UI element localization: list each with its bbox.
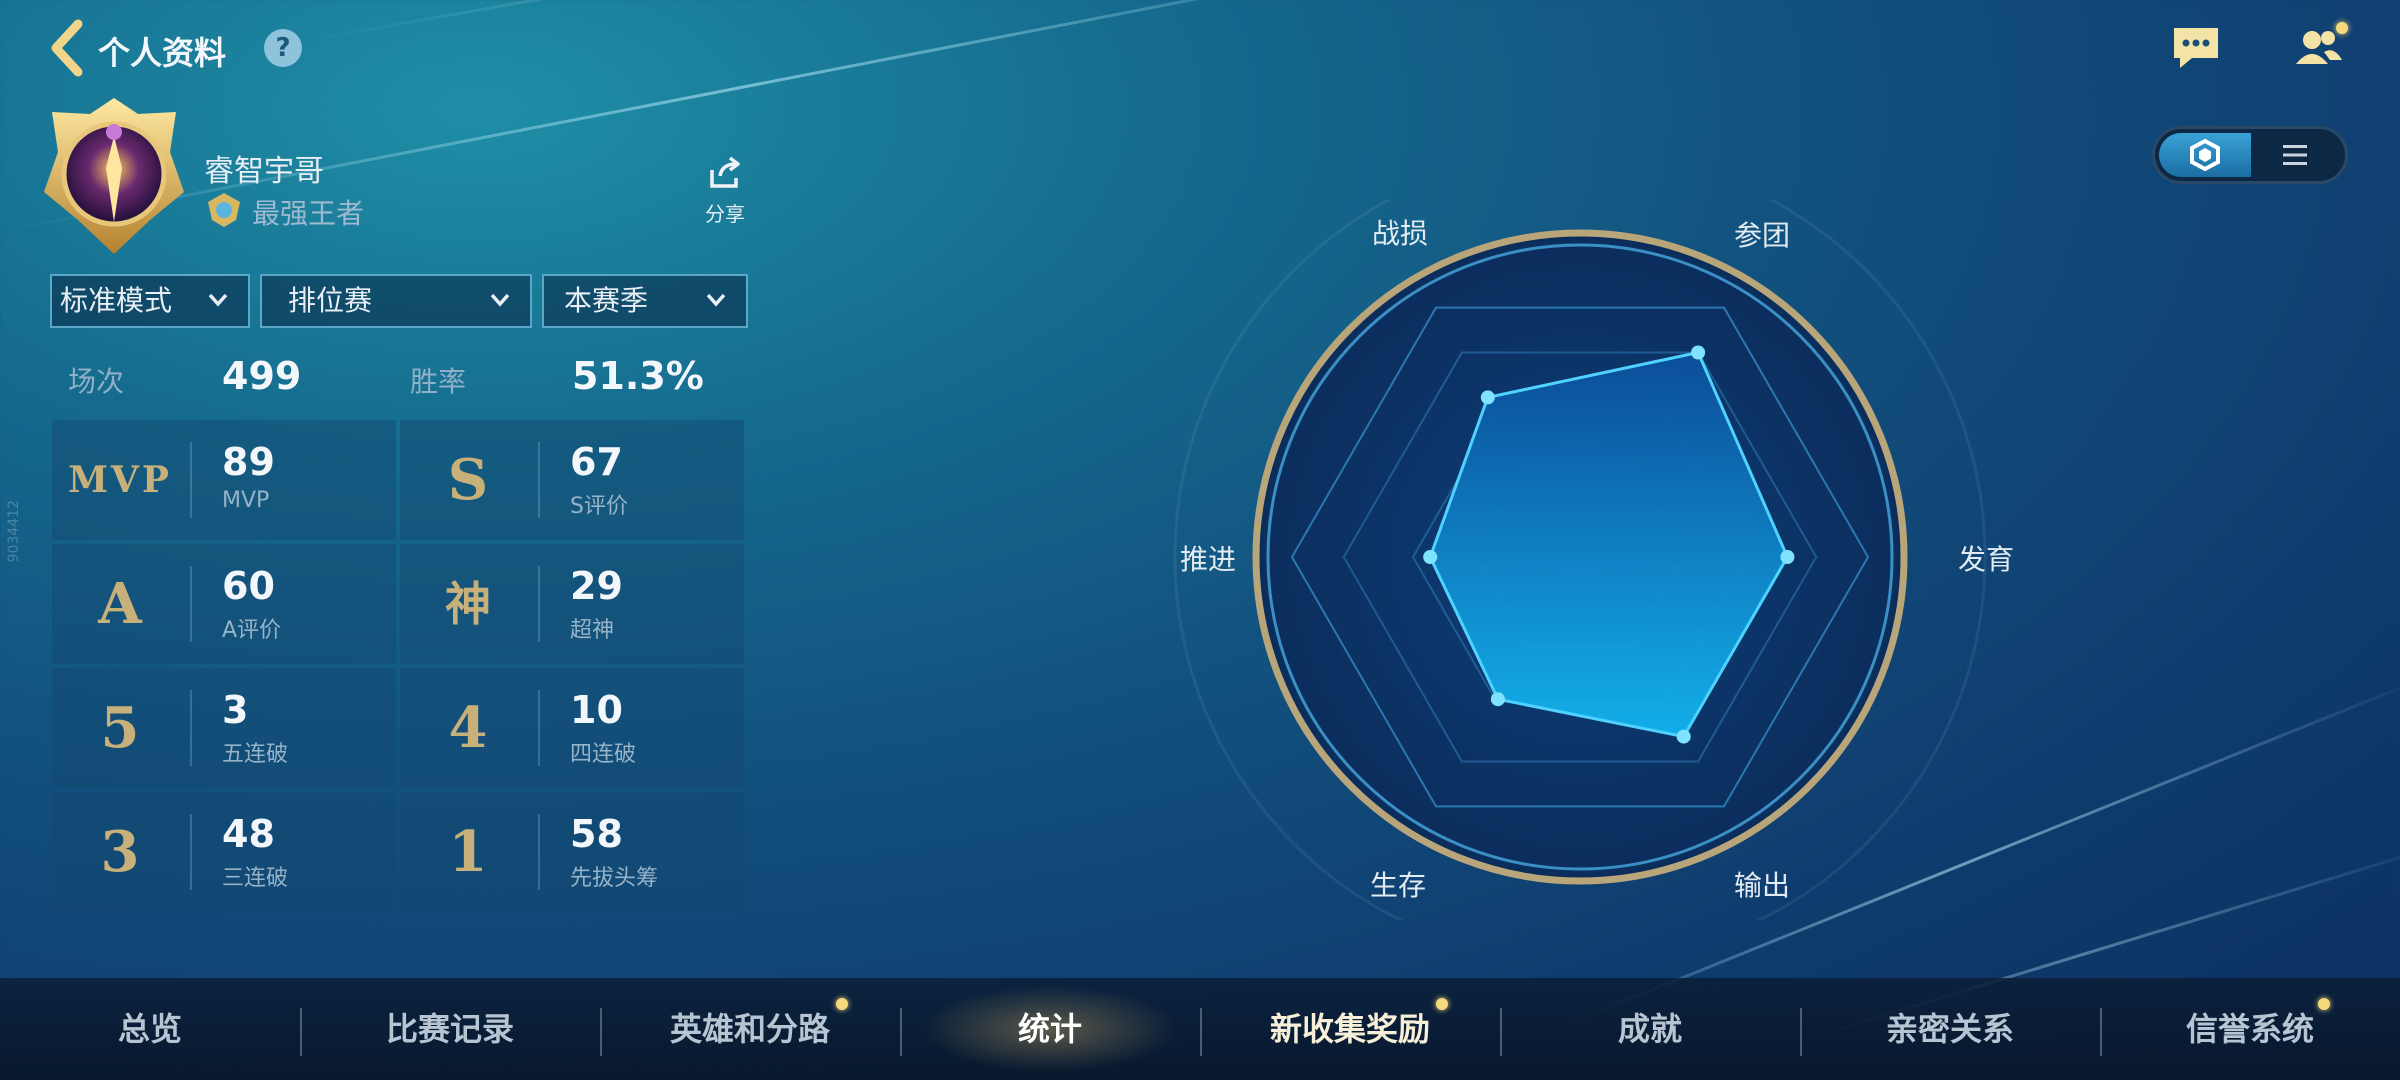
mode-filter-dropdown[interactable]: 标准模式 <box>50 274 250 328</box>
matches-label: 场次 <box>68 365 125 398</box>
stat-label: 先拔头筹 <box>570 866 659 891</box>
stat-cell-quadra: 4 10 四连破 <box>400 668 744 788</box>
nav-new-rewards[interactable]: 新收集奖励 <box>1200 978 1500 1080</box>
share-label: 分享 <box>705 202 745 226</box>
chevron-down-icon <box>490 293 510 307</box>
match-type-filter-label: 排位赛 <box>288 284 373 317</box>
stat-cell-triple: 3 48 三连破 <box>52 792 396 912</box>
mvp-badge: MVP <box>68 459 172 501</box>
chat-icon <box>2174 28 2218 68</box>
stat-label: 三连破 <box>222 866 289 891</box>
bottom-nav: 总览 比赛记录 英雄和分路 统计 新收集奖励 成就 亲密关系 信誉系统 <box>0 978 2400 1080</box>
stat-value: 3 <box>222 688 249 732</box>
match-type-filter-dropdown[interactable]: 排位赛 <box>260 274 532 328</box>
view-toggle[interactable] <box>2152 126 2348 184</box>
nav-relationships[interactable]: 亲密关系 <box>1800 978 2100 1080</box>
avatar[interactable] <box>38 92 190 260</box>
share-icon <box>710 156 740 188</box>
stat-label: 五连破 <box>222 742 289 767</box>
stat-value: 60 <box>222 564 275 608</box>
player-name: 睿智宇哥 <box>204 154 324 189</box>
rank-emblem-icon <box>44 98 184 254</box>
radar-chart: 参团 发育 输出 生存 推进 战损 <box>1140 150 2020 964</box>
quadra-badge: 4 <box>448 695 488 761</box>
stat-value: 67 <box>570 440 623 484</box>
stat-label: 超神 <box>570 618 615 643</box>
stat-label: A评价 <box>222 618 282 643</box>
nav-notify-dot <box>1436 998 1448 1010</box>
winrate-label: 胜率 <box>410 365 467 398</box>
nav-notify-dot <box>836 998 848 1010</box>
stat-cell-godlike: 神 29 超神 <box>400 544 744 664</box>
radar-point-2 <box>1676 729 1691 744</box>
stat-cell-penta: 5 3 五连破 <box>52 668 396 788</box>
stat-value: 29 <box>570 564 623 608</box>
triple-badge: 3 <box>100 819 140 885</box>
a-badge: A <box>98 571 142 637</box>
chevron-left-icon <box>51 19 83 77</box>
first-blood-badge: 1 <box>448 819 488 885</box>
axis-label-push: 推进 <box>1180 543 1237 576</box>
radar-svg <box>1173 150 1987 964</box>
nav-achievements[interactable]: 成就 <box>1500 978 1800 1080</box>
radar-point-5 <box>1480 390 1495 405</box>
radar-point-1 <box>1780 550 1795 564</box>
chevron-down-icon <box>706 293 726 307</box>
radar-point-0 <box>1691 345 1706 360</box>
winrate-value: 51.3% <box>572 354 704 398</box>
nav-notify-dot <box>2318 998 2330 1010</box>
stat-value: 10 <box>570 688 623 732</box>
stat-cell-s: S 67 S评价 <box>400 420 744 540</box>
mode-filter-label: 标准模式 <box>60 284 173 317</box>
stat-cell-first-blood: 1 58 先拔头筹 <box>400 792 744 912</box>
s-badge: S <box>447 447 489 513</box>
nav-statistics[interactable]: 统计 <box>900 978 1200 1080</box>
stat-cell-mvp: MVP 89 MVP <box>52 420 396 540</box>
stat-value: 58 <box>570 812 623 856</box>
menu-list-icon <box>2283 145 2307 165</box>
chat-button[interactable] <box>2168 22 2224 74</box>
nav-match-history[interactable]: 比赛记录 <box>300 978 600 1080</box>
radar-view-button[interactable] <box>2159 133 2251 177</box>
stat-label: S评价 <box>570 494 628 519</box>
friends-notify-dot <box>2336 22 2348 34</box>
godlike-badge: 神 <box>445 577 491 631</box>
season-filter-dropdown[interactable]: 本赛季 <box>542 274 748 328</box>
axis-label-growth: 发育 <box>1958 543 2015 576</box>
stats-grid: MVP 89 MVP S 67 S评价 A 60 A评价 神 29 超神 5 3… <box>52 420 746 912</box>
chevron-down-icon <box>208 293 228 307</box>
rank-name: 最强王者 <box>252 197 365 230</box>
axis-label-team: 参团 <box>1734 219 1791 252</box>
stat-cell-a: A 60 A评价 <box>52 544 396 664</box>
stat-label: 四连破 <box>570 742 637 767</box>
penta-badge: 5 <box>100 695 140 761</box>
share-button[interactable]: 分享 <box>700 156 750 226</box>
page-title: 个人资料 <box>98 34 227 72</box>
axis-label-kda: 战损 <box>1372 217 1429 250</box>
axis-label-damage: 输出 <box>1734 869 1791 902</box>
back-button[interactable] <box>48 18 84 78</box>
radar-point-3 <box>1490 692 1505 707</box>
stat-value: 48 <box>222 812 275 856</box>
light-streak <box>299 0 1384 43</box>
list-view-button[interactable] <box>2249 133 2341 177</box>
hexagon-icon <box>2190 138 2220 172</box>
stat-value: 89 <box>222 440 275 484</box>
nav-overview[interactable]: 总览 <box>0 978 300 1080</box>
nav-heroes-lanes[interactable]: 英雄和分路 <box>600 978 900 1080</box>
season-filter-label: 本赛季 <box>564 284 649 317</box>
axis-label-survival: 生存 <box>1370 869 1427 902</box>
matches-value: 499 <box>222 354 302 398</box>
radar-point-4 <box>1423 550 1438 564</box>
help-icon[interactable]: ? <box>264 29 302 67</box>
stat-label: MVP <box>222 488 270 513</box>
side-id-tag: 9034412 <box>6 500 22 563</box>
nav-credit-system[interactable]: 信誉系统 <box>2100 978 2400 1080</box>
rank-badge-icon <box>204 190 244 230</box>
